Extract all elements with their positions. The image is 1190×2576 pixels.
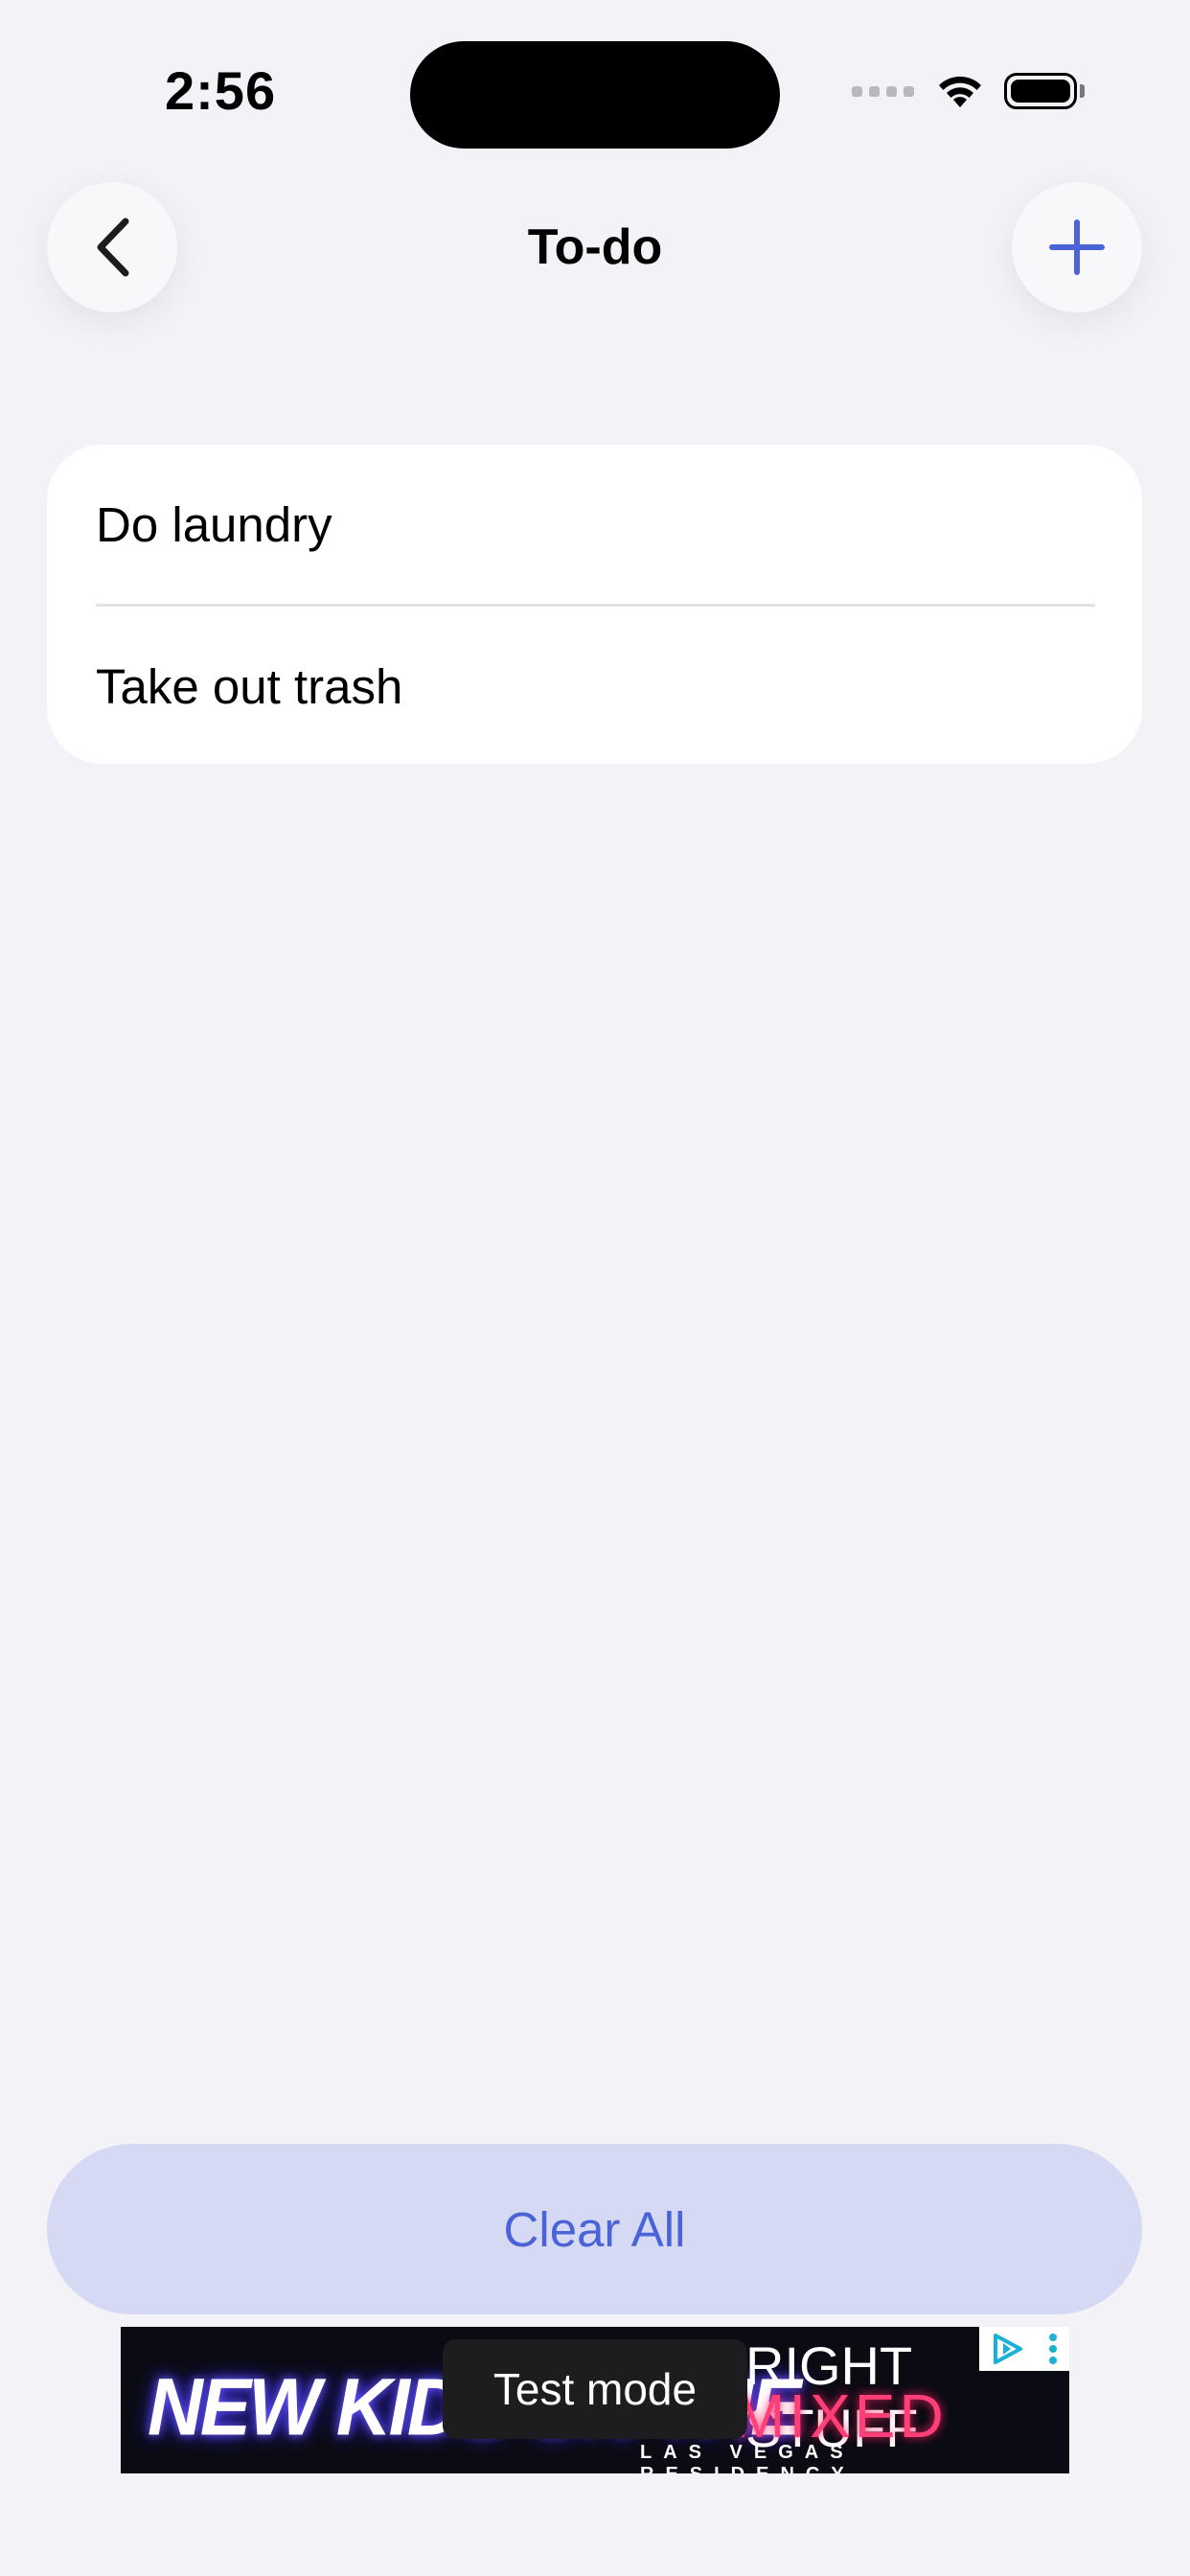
more-options-icon	[1049, 2334, 1057, 2364]
ad-right-bottom-text: LAS VEGAS RESIDENCY	[640, 2442, 855, 2473]
plus-icon	[1049, 219, 1105, 275]
status-icons	[852, 73, 1085, 109]
list-item[interactable]: Do laundry	[47, 445, 1142, 604]
list-item-label: Do laundry	[96, 496, 332, 552]
clear-all-button[interactable]: Clear All	[47, 2144, 1142, 2314]
dynamic-island	[410, 41, 780, 149]
test-mode-badge: Test mode	[443, 2339, 747, 2439]
cellular-signal-icon	[852, 85, 914, 97]
todo-list: Do laundry Take out trash	[47, 445, 1142, 764]
add-todo-button[interactable]	[1012, 182, 1142, 312]
status-time: 2:56	[165, 60, 277, 121]
wifi-icon	[939, 76, 981, 107]
battery-icon	[1004, 73, 1085, 109]
ad-choices-icon	[994, 2334, 1022, 2364]
ad-right-mid-text: MIXED	[734, 2381, 948, 2450]
list-item[interactable]: Take out trash	[47, 607, 1142, 764]
list-item-label: Take out trash	[96, 658, 403, 714]
ad-choices-button[interactable]	[979, 2327, 1069, 2371]
